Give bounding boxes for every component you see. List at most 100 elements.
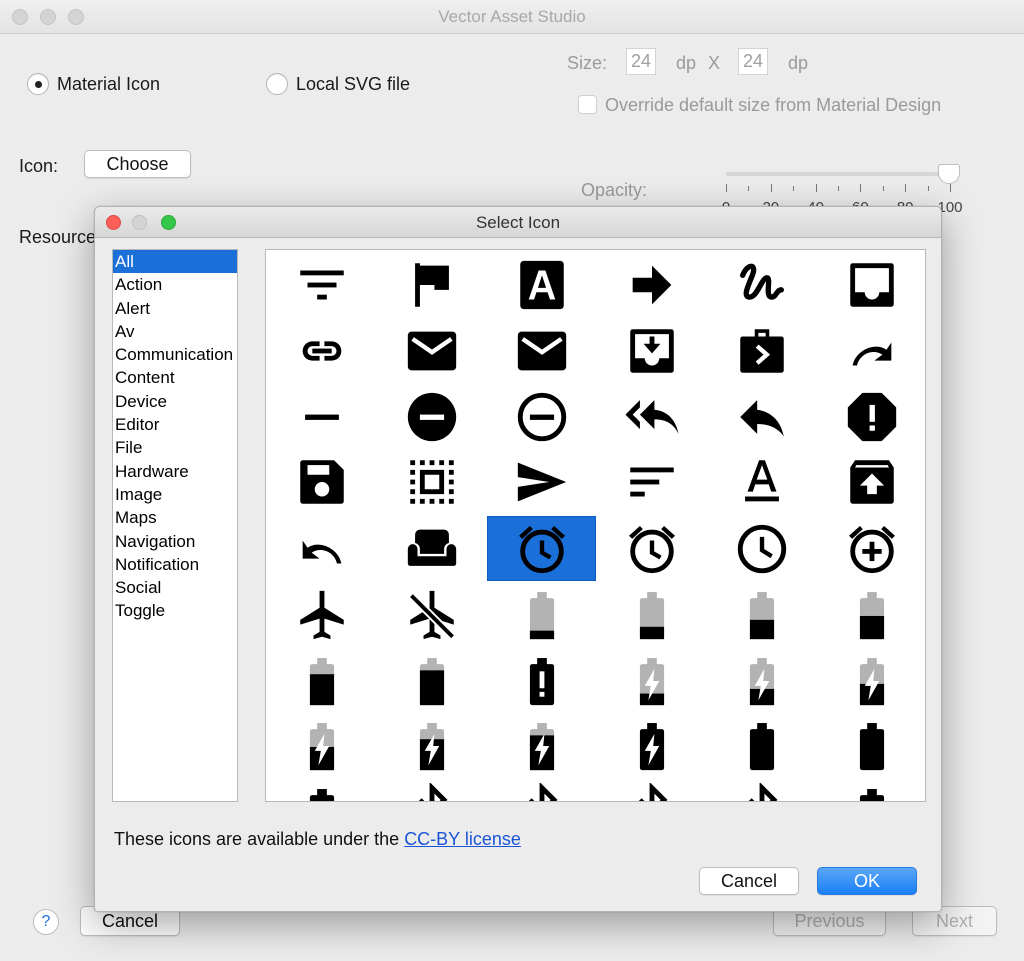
- font-download-icon[interactable]: [487, 252, 596, 317]
- reply-all-icon[interactable]: [597, 384, 706, 449]
- size-x-separator: X: [708, 53, 721, 73]
- battery-charging-30-icon[interactable]: [707, 648, 816, 713]
- width-input[interactable]: 24: [626, 48, 656, 75]
- save-icon[interactable]: [267, 449, 376, 514]
- battery-unknown-icon[interactable]: [267, 779, 376, 801]
- battery-alert-icon[interactable]: [487, 648, 596, 713]
- category-item-hardware[interactable]: Hardware: [113, 460, 237, 483]
- category-item-file[interactable]: File: [113, 436, 237, 459]
- bluetooth-icon[interactable]: [377, 779, 486, 801]
- filter-list-icon[interactable]: [267, 252, 376, 317]
- category-item-social[interactable]: Social: [113, 576, 237, 599]
- inbox-icon[interactable]: [817, 252, 925, 317]
- category-item-device[interactable]: Device: [113, 390, 237, 413]
- move-to-inbox-icon[interactable]: [597, 318, 706, 383]
- local-svg-radio[interactable]: [266, 73, 288, 95]
- battery-20-icon[interactable]: [487, 582, 596, 647]
- markunread-icon[interactable]: [487, 318, 596, 383]
- opacity-slider-knob[interactable]: [938, 164, 960, 184]
- access-alarms-icon[interactable]: [597, 516, 706, 581]
- icon-label: Icon:: [19, 156, 59, 176]
- category-list[interactable]: All Action Alert Av Communication Content Devi…: [112, 249, 238, 802]
- material-icon-label[interactable]: Material Icon: [57, 74, 160, 95]
- next-week-icon[interactable]: [707, 318, 816, 383]
- battery-charging-60-icon[interactable]: [267, 713, 376, 778]
- opacity-tick: [927, 186, 929, 191]
- material-icon-radio[interactable]: [27, 73, 49, 95]
- bluetooth-icon[interactable]: [707, 779, 816, 801]
- category-item-navigation[interactable]: Navigation: [113, 530, 237, 553]
- window-titlebar: Vector Asset Studio: [0, 0, 1024, 34]
- battery-charging-90-icon[interactable]: [487, 713, 596, 778]
- opacity-tick: [748, 186, 750, 191]
- select-all-icon[interactable]: [377, 449, 486, 514]
- icon-grid[interactable]: [265, 249, 926, 802]
- access-alarm-icon[interactable]: [487, 516, 596, 581]
- flag-icon[interactable]: [377, 252, 486, 317]
- battery-std-icon[interactable]: [817, 779, 925, 801]
- mail-icon[interactable]: [377, 318, 486, 383]
- sort-icon[interactable]: [597, 449, 706, 514]
- gesture-icon[interactable]: [707, 252, 816, 317]
- help-button[interactable]: ?: [33, 909, 59, 935]
- height-input[interactable]: 24: [738, 48, 768, 75]
- airplanemode-active-icon[interactable]: [267, 582, 376, 647]
- battery-30-icon[interactable]: [597, 582, 706, 647]
- width-unit: dp: [676, 53, 697, 73]
- unarchive-icon[interactable]: [817, 449, 925, 514]
- undo-icon[interactable]: [267, 516, 376, 581]
- battery-80-icon[interactable]: [267, 648, 376, 713]
- access-time-icon[interactable]: [707, 516, 816, 581]
- choose-icon-button[interactable]: Choose: [84, 150, 191, 178]
- airplanemode-inactive-icon[interactable]: [377, 582, 486, 647]
- category-item-image[interactable]: Image: [113, 483, 237, 506]
- battery-50-icon[interactable]: [707, 582, 816, 647]
- remove-icon[interactable]: [267, 384, 376, 449]
- local-svg-label[interactable]: Local SVG file: [296, 74, 410, 95]
- cc-by-license-link[interactable]: CC-BY license: [404, 829, 521, 849]
- category-item-content[interactable]: Content: [113, 366, 237, 389]
- opacity-tick: [770, 184, 772, 192]
- weekend-icon[interactable]: [377, 516, 486, 581]
- category-item-notification[interactable]: Notification: [113, 553, 237, 576]
- override-size-label[interactable]: Override default size from Material Desi…: [605, 95, 941, 116]
- dialog-cancel-button[interactable]: Cancel: [699, 867, 799, 895]
- bluetooth-icon[interactable]: [487, 779, 596, 801]
- opacity-tick: [905, 184, 907, 192]
- category-item-av[interactable]: Av: [113, 320, 237, 343]
- category-item-all[interactable]: All: [113, 250, 237, 274]
- battery-charging-20-icon[interactable]: [597, 648, 706, 713]
- category-item-toggle[interactable]: Toggle: [113, 599, 237, 622]
- license-note: These icons are available under the CC-B…: [114, 829, 521, 850]
- forward-icon[interactable]: [597, 252, 706, 317]
- redo-icon[interactable]: [817, 318, 925, 383]
- ok-button[interactable]: OK: [817, 867, 917, 895]
- category-item-editor[interactable]: Editor: [113, 413, 237, 436]
- battery-charging-80-icon[interactable]: [377, 713, 486, 778]
- send-icon[interactable]: [487, 449, 596, 514]
- add-alarm-icon[interactable]: [817, 516, 925, 581]
- report-icon[interactable]: [817, 384, 925, 449]
- category-item-communication[interactable]: Communication: [113, 343, 237, 366]
- text-format-icon[interactable]: [707, 449, 816, 514]
- battery-charging-full-icon[interactable]: [597, 713, 706, 778]
- category-item-maps[interactable]: Maps: [113, 506, 237, 529]
- category-item-action[interactable]: Action: [113, 273, 237, 296]
- remove-circle-outline-icon[interactable]: [487, 384, 596, 449]
- opacity-slider-track[interactable]: [726, 172, 950, 176]
- opacity-tick: [860, 184, 862, 192]
- opacity-tick: [793, 186, 795, 191]
- battery-full-icon[interactable]: [707, 713, 816, 778]
- battery-60-icon[interactable]: [817, 582, 925, 647]
- remove-circle-icon[interactable]: [377, 384, 486, 449]
- opacity-tick: [726, 184, 727, 192]
- reply-icon[interactable]: [707, 384, 816, 449]
- bluetooth-icon[interactable]: [597, 779, 706, 801]
- link-icon[interactable]: [267, 318, 376, 383]
- opacity-tick: [815, 184, 817, 192]
- battery-std-icon[interactable]: [817, 713, 925, 778]
- override-size-checkbox[interactable]: [578, 95, 597, 114]
- battery-charging-50-icon[interactable]: [817, 648, 925, 713]
- category-item-alert[interactable]: Alert: [113, 297, 237, 320]
- battery-90-icon[interactable]: [377, 648, 486, 713]
